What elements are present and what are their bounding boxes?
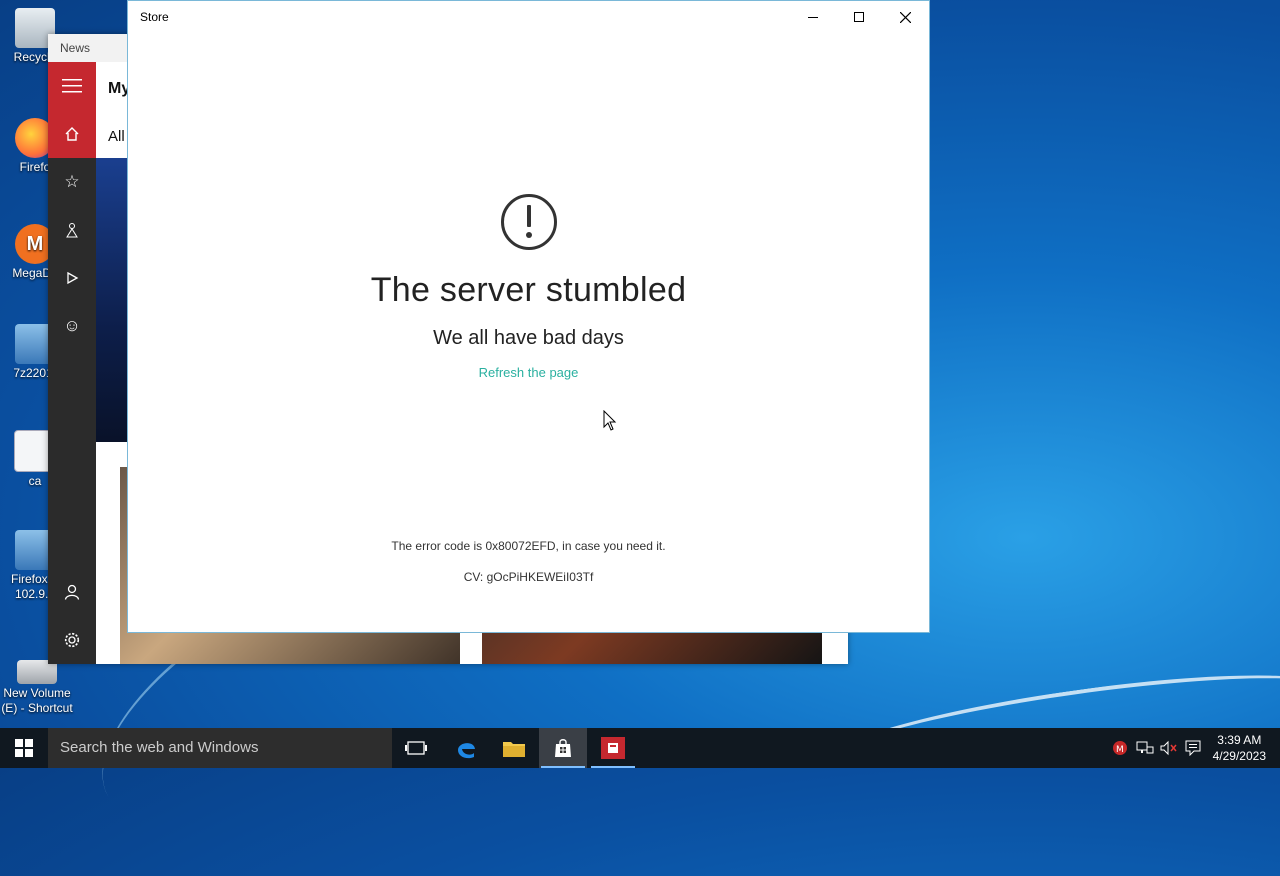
- clock-date: 4/29/2023: [1212, 749, 1266, 763]
- action-center-button[interactable]: [1182, 728, 1204, 768]
- store-window: Store The server stumbled We all have ba…: [127, 0, 930, 633]
- hamburger-menu-button[interactable]: [48, 62, 96, 110]
- desktop-icon-label: New Volume (E) - Shortcut: [1, 686, 73, 715]
- file-explorer-icon: [503, 742, 525, 757]
- tray-antivirus-button[interactable]: M: [1110, 728, 1130, 768]
- maximize-button[interactable]: [836, 1, 882, 33]
- store-title-bar[interactable]: Store: [128, 1, 929, 33]
- taskbar-clock[interactable]: 3:39 AM 4/29/2023: [1213, 732, 1266, 764]
- maximize-icon: [854, 12, 864, 22]
- news-app-icon: [601, 737, 625, 759]
- store-icon: [555, 739, 571, 757]
- antivirus-shield-icon: M: [1113, 741, 1127, 755]
- person-icon: [66, 223, 78, 238]
- clock-time: 3:39 AM: [1217, 733, 1262, 747]
- search-placeholder: Search the web and Windows: [60, 739, 259, 756]
- edge-button[interactable]: [442, 728, 490, 768]
- home-icon: [65, 127, 79, 141]
- notifications-icon: [1185, 740, 1201, 756]
- refresh-page-link[interactable]: Refresh the page: [128, 365, 929, 380]
- taskbar-search-box[interactable]: Search the web and Windows: [48, 728, 392, 768]
- error-headline: The server stumbled: [370, 271, 687, 309]
- nav-video-button[interactable]: [48, 254, 96, 302]
- close-button[interactable]: [882, 1, 928, 33]
- news-window-title: News: [60, 41, 91, 55]
- edge-icon: [458, 743, 475, 759]
- news-taskbar-button[interactable]: [589, 728, 637, 768]
- taskbar: Search the web and Windows M 3:39 AM 4/2…: [0, 728, 1280, 768]
- correlation-vector-text: CV: gOcPiHKEWEiI03Tf: [463, 570, 594, 584]
- star-icon: ☆: [64, 172, 80, 191]
- news-filter-tab[interactable]: All: [108, 128, 125, 145]
- tray-volume-button[interactable]: [1158, 728, 1180, 768]
- start-button[interactable]: [0, 728, 48, 768]
- account-icon: [64, 584, 80, 600]
- mouse-cursor-icon: [603, 410, 617, 431]
- play-icon: [67, 271, 79, 285]
- menu-icon: [62, 79, 82, 93]
- close-icon: [899, 11, 911, 23]
- nav-interests-button[interactable]: [48, 206, 96, 254]
- refresh-page-link-text[interactable]: Refresh the page: [479, 365, 579, 380]
- minimize-icon: [808, 17, 818, 18]
- file-explorer-button[interactable]: [490, 728, 538, 768]
- nav-account-button[interactable]: [48, 568, 96, 616]
- error-code-text: The error code is 0x80072EFD, in case yo…: [391, 539, 666, 553]
- store-taskbar-button[interactable]: [539, 728, 587, 768]
- volume-muted-icon: [1160, 740, 1177, 756]
- nav-settings-button[interactable]: [48, 616, 96, 664]
- windows-logo-icon: [15, 739, 33, 757]
- task-view-icon: [405, 741, 427, 755]
- error-subhead: We all have bad days: [433, 327, 624, 349]
- news-nav-rail: ☆ ☺: [48, 62, 96, 664]
- minimize-button[interactable]: [790, 1, 836, 33]
- smiley-icon: ☺: [63, 316, 81, 335]
- nav-favorites-button[interactable]: ☆: [48, 158, 96, 206]
- nav-feedback-button[interactable]: ☺: [48, 302, 96, 350]
- store-window-title: Store: [140, 10, 169, 24]
- task-view-button[interactable]: [392, 728, 440, 768]
- tray-network-button[interactable]: [1134, 728, 1156, 768]
- nav-home-button[interactable]: [48, 110, 96, 158]
- warning-icon: [501, 194, 557, 250]
- svg-text:M: M: [1116, 745, 1124, 755]
- wallpaper-light-streak: [817, 654, 1280, 800]
- network-icon: [1136, 741, 1154, 754]
- settings-icon: [64, 632, 80, 648]
